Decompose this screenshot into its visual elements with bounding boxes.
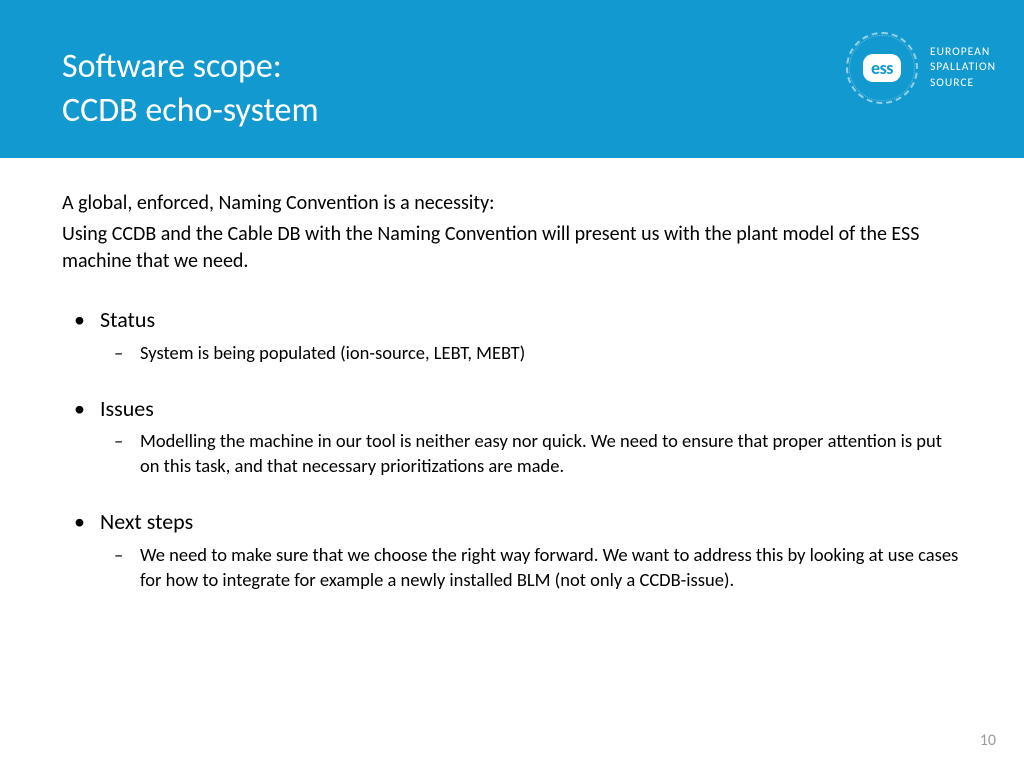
section-next-steps: Next steps We need to make sure that we …: [62, 507, 962, 593]
page-number: 10: [980, 731, 996, 750]
section-issues: Issues Modelling the machine in our tool…: [62, 394, 962, 480]
intro-line-2: Using CCDB and the Cable DB with the Nam…: [62, 221, 962, 275]
logo-text-line-3: SOURCE: [930, 76, 996, 92]
section-status: Status System is being populated (ion-so…: [62, 305, 962, 366]
logo-text-line-2: SPALLATION: [930, 60, 996, 76]
ess-logo-text: EUROPEAN SPALLATION SOURCE: [930, 45, 996, 92]
section-item: Modelling the machine in our tool is nei…: [100, 429, 962, 479]
section-heading: Next steps: [100, 507, 962, 537]
slide-header: Software scope: CCDB echo-system ess EUR…: [0, 0, 1024, 158]
logo-text-line-1: EUROPEAN: [930, 45, 996, 61]
slide-body: A global, enforced, Naming Convention is…: [0, 158, 1024, 593]
section-item: System is being populated (ion-source, L…: [100, 341, 962, 366]
section-heading: Status: [100, 305, 962, 335]
section-heading: Issues: [100, 394, 962, 424]
section-item: We need to make sure that we choose the …: [100, 543, 962, 593]
intro-line-1: A global, enforced, Naming Convention is…: [62, 190, 962, 217]
ess-logo-circle-icon: ess: [846, 32, 918, 104]
ess-logo-mark: ess: [863, 54, 901, 82]
ess-logo: ess EUROPEAN SPALLATION SOURCE: [846, 32, 996, 104]
